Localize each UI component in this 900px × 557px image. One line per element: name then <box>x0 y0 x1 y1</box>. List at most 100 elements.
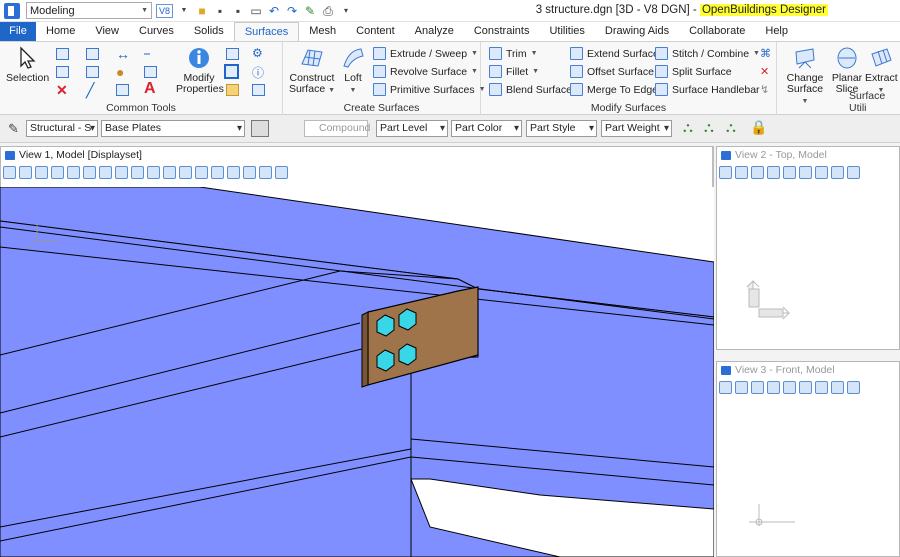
extract-button[interactable]: Extract ▼ <box>865 46 898 96</box>
part-weight-select[interactable]: Part Weight <box>601 120 672 137</box>
clip-volume-icon[interactable] <box>227 166 240 179</box>
info-icon[interactable]: ⓘ <box>252 64 264 81</box>
line-tool-icon[interactable]: ╱ <box>86 82 94 99</box>
chevron-down-icon[interactable]: ▼ <box>177 4 191 18</box>
shape-icon[interactable] <box>116 84 129 96</box>
active-selection-icon[interactable] <box>224 64 239 79</box>
display-style-icon[interactable] <box>735 381 748 394</box>
display-style-icon[interactable] <box>735 166 748 179</box>
selection-button[interactable]: Selection <box>6 46 49 84</box>
print-icon[interactable]: ▭ <box>249 4 263 18</box>
tab-mesh[interactable]: Mesh <box>299 22 346 41</box>
window-area-icon[interactable] <box>99 166 112 179</box>
zoom-in-icon[interactable] <box>783 166 796 179</box>
lighting-icon[interactable] <box>751 381 764 394</box>
zoom-out-icon[interactable] <box>799 166 812 179</box>
tab-file[interactable]: File <box>0 22 36 41</box>
part-level-select[interactable]: Part Level <box>376 120 448 137</box>
view-attributes-icon[interactable] <box>3 166 16 179</box>
part-style-select[interactable]: Part Style <box>526 120 597 137</box>
surface-handlebar-button[interactable]: Surface Handlebar <box>655 83 760 96</box>
stitch-combine-button[interactable]: Stitch / Combine ▼ <box>655 47 760 60</box>
primitive-surfaces-button[interactable]: Primitive Surfaces ▼ <box>373 83 486 96</box>
tools-icon[interactable] <box>275 166 288 179</box>
copy-icon[interactable] <box>144 66 157 78</box>
structure-tool-3-icon[interactable]: ⛬ <box>726 119 736 136</box>
dimension-icon[interactable]: ↔ <box>116 46 130 62</box>
grid-icon[interactable] <box>252 84 265 96</box>
construct-surface-button[interactable]: Construct Surface ▼ <box>287 46 337 96</box>
next-view-icon[interactable] <box>211 166 224 179</box>
workflow-select[interactable]: Modeling ▼ <box>26 2 152 19</box>
tab-constraints[interactable]: Constraints <box>464 22 540 41</box>
tab-view[interactable]: View <box>85 22 129 41</box>
merge-to-edge-button[interactable]: Merge To Edge <box>570 83 658 96</box>
placement-icon[interactable] <box>86 48 99 60</box>
attributes-icon[interactable] <box>226 48 239 60</box>
fence-icon[interactable] <box>56 66 69 78</box>
window-area-icon[interactable] <box>815 381 828 394</box>
version-badge[interactable]: V8 <box>156 3 174 18</box>
fillet-button[interactable]: Fillet ▼ <box>489 65 539 78</box>
trim-button[interactable]: Trim ▼ <box>489 47 538 60</box>
loft-button[interactable]: Loft ▼ <box>339 46 367 96</box>
zoom-in-icon[interactable] <box>783 381 796 394</box>
display-set-icon[interactable] <box>259 166 272 179</box>
structure-tool-2-icon[interactable]: ⛬ <box>704 119 714 136</box>
modify-properties-button[interactable]: Modify Properties <box>176 46 224 95</box>
extend-surface-button[interactable]: Extend Surface <box>570 47 659 60</box>
tab-content[interactable]: Content <box>346 22 405 41</box>
printer-icon[interactable]: ⎙ <box>321 4 335 18</box>
zoom-out-icon[interactable] <box>83 166 96 179</box>
rotate-view-icon[interactable] <box>847 166 860 179</box>
zoom-out-icon[interactable] <box>799 381 812 394</box>
remove-icon[interactable]: ✕ <box>760 65 769 78</box>
customize-icon[interactable]: ▾ <box>339 4 353 18</box>
model-viewport[interactable] <box>0 187 714 557</box>
save-all-icon[interactable]: ▪ <box>231 4 245 18</box>
fit-view-icon[interactable] <box>831 166 844 179</box>
tab-utilities[interactable]: Utilities <box>539 22 594 41</box>
planar-slice-button[interactable]: Planar Slice <box>829 46 865 95</box>
redo-icon[interactable]: ↷ <box>285 4 299 18</box>
lock-icon[interactable]: 🔒 <box>750 119 767 136</box>
part-select[interactable]: Base Plates <box>101 120 245 137</box>
tab-surfaces[interactable]: Surfaces <box>233 22 300 41</box>
family-select[interactable]: Structural - S <box>26 120 98 137</box>
view-attributes-icon[interactable] <box>719 166 732 179</box>
pin-icon[interactable]: ✎ <box>303 4 317 18</box>
lighting-icon[interactable] <box>751 166 764 179</box>
display-style-icon[interactable] <box>19 166 32 179</box>
fit-view-icon[interactable] <box>831 381 844 394</box>
settings-icon[interactable]: ⚙ <box>252 46 263 60</box>
palette-icon[interactable]: ● <box>116 64 124 80</box>
pen-icon[interactable]: ✎ <box>8 121 19 137</box>
measure-icon[interactable]: ⎯ <box>144 46 150 61</box>
text-icon[interactable]: A <box>144 80 156 98</box>
fit-view-icon[interactable] <box>115 166 128 179</box>
tab-help[interactable]: Help <box>755 22 798 41</box>
tab-collaborate[interactable]: Collaborate <box>679 22 755 41</box>
structure-tool-1-icon[interactable]: ⛬ <box>683 119 693 136</box>
element-select-icon[interactable] <box>56 48 69 60</box>
lighting-icon[interactable] <box>35 166 48 179</box>
brush-icon[interactable] <box>51 166 64 179</box>
window-area-icon[interactable] <box>815 166 828 179</box>
walk-icon[interactable] <box>163 166 176 179</box>
tab-solids[interactable]: Solids <box>184 22 234 41</box>
rectangle-icon[interactable] <box>86 66 99 78</box>
extrude-sweep-button[interactable]: Extrude / Sweep ▼ <box>373 47 478 60</box>
tab-drawing-aids[interactable]: Drawing Aids <box>595 22 679 41</box>
tab-home[interactable]: Home <box>36 22 85 41</box>
delete-icon[interactable]: ✕ <box>56 82 68 99</box>
zoom-in-icon[interactable] <box>67 166 80 179</box>
clip-mask-icon[interactable] <box>243 166 256 179</box>
camera-icon[interactable] <box>179 166 192 179</box>
compound-field[interactable]: Compound <box>304 120 370 137</box>
blend-surfaces-button[interactable]: Blend Surfaces <box>489 83 577 96</box>
save-icon[interactable]: ▪ <box>213 4 227 18</box>
part-color-select[interactable]: Part Color <box>451 120 522 137</box>
rotate-view-icon[interactable] <box>131 166 144 179</box>
brush-icon[interactable] <box>767 381 780 394</box>
split-surface-button[interactable]: Split Surface <box>655 65 732 78</box>
